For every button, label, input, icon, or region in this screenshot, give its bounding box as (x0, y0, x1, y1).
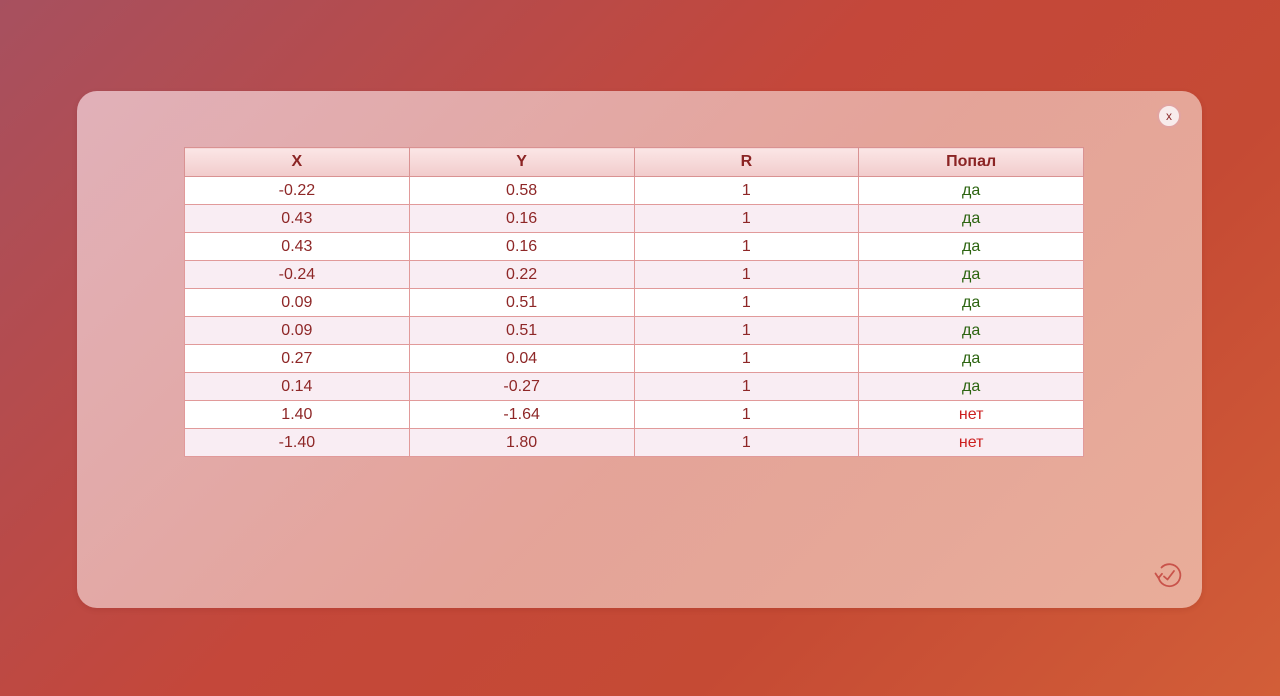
cell-hit: да (858, 204, 1084, 233)
cell-x: -0.24 (184, 260, 410, 289)
cell-hit: да (858, 344, 1084, 373)
cell-y: 0.16 (408, 204, 635, 233)
cell-r: 1 (633, 204, 860, 233)
cell-x: 1.40 (184, 400, 410, 429)
cell-hit: да (858, 372, 1084, 401)
close-button[interactable]: x (1157, 104, 1181, 128)
cell-x: -0.22 (184, 176, 410, 205)
table-row: 0.43 0.16 1 да (184, 204, 1084, 233)
cell-r: 1 (633, 400, 860, 429)
table-row: -0.22 0.58 1 да (184, 176, 1084, 205)
table-row: 0.09 0.51 1 да (184, 288, 1084, 317)
cell-r: 1 (633, 428, 860, 457)
cell-hit: нет (858, 428, 1084, 457)
cell-x: -1.40 (184, 428, 410, 457)
table-row: 0.14 -0.27 1 да (184, 372, 1084, 401)
cell-r: 1 (633, 316, 860, 345)
table-row: -1.40 1.80 1 нет (184, 428, 1084, 457)
cell-x: 0.43 (184, 204, 410, 233)
history-icon (1154, 563, 1182, 588)
cell-y: -1.64 (408, 400, 635, 429)
table-row: -0.24 0.22 1 да (184, 260, 1084, 289)
column-header-hit: Попал (858, 147, 1084, 177)
cell-y: 0.51 (408, 316, 635, 345)
cell-y: 0.58 (408, 176, 635, 205)
cell-r: 1 (633, 232, 860, 261)
cell-y: 0.04 (408, 344, 635, 373)
cell-x: 0.43 (184, 232, 410, 261)
cell-x: 0.14 (184, 372, 410, 401)
table-row: 1.40 -1.64 1 нет (184, 400, 1084, 429)
cell-y: 1.80 (408, 428, 635, 457)
cell-y: 0.22 (408, 260, 635, 289)
cell-hit: нет (858, 400, 1084, 429)
results-table: X Y R Попал -0.22 0.58 1 да 0.43 0.16 1 … (184, 147, 1084, 457)
cell-hit: да (858, 288, 1084, 317)
table-header-row: X Y R Попал (184, 147, 1084, 177)
column-header-y: Y (408, 147, 635, 177)
cell-x: 0.09 (184, 316, 410, 345)
results-dialog: x X Y R Попал -0.22 0.58 1 да 0.43 0.16 … (77, 91, 1202, 608)
table-row: 0.27 0.04 1 да (184, 344, 1084, 373)
cell-y: 0.51 (408, 288, 635, 317)
table-row: 0.09 0.51 1 да (184, 316, 1084, 345)
cell-r: 1 (633, 260, 860, 289)
cell-hit: да (858, 316, 1084, 345)
cell-r: 1 (633, 372, 860, 401)
history-button[interactable] (1151, 558, 1185, 592)
column-header-x: X (184, 147, 410, 177)
cell-hit: да (858, 232, 1084, 261)
cell-hit: да (858, 260, 1084, 289)
cell-x: 0.09 (184, 288, 410, 317)
cell-r: 1 (633, 288, 860, 317)
table-row: 0.43 0.16 1 да (184, 232, 1084, 261)
column-header-r: R (633, 147, 860, 177)
cell-r: 1 (633, 344, 860, 373)
cell-x: 0.27 (184, 344, 410, 373)
cell-y: -0.27 (408, 372, 635, 401)
cell-y: 0.16 (408, 232, 635, 261)
cell-hit: да (858, 176, 1084, 205)
cell-r: 1 (633, 176, 860, 205)
